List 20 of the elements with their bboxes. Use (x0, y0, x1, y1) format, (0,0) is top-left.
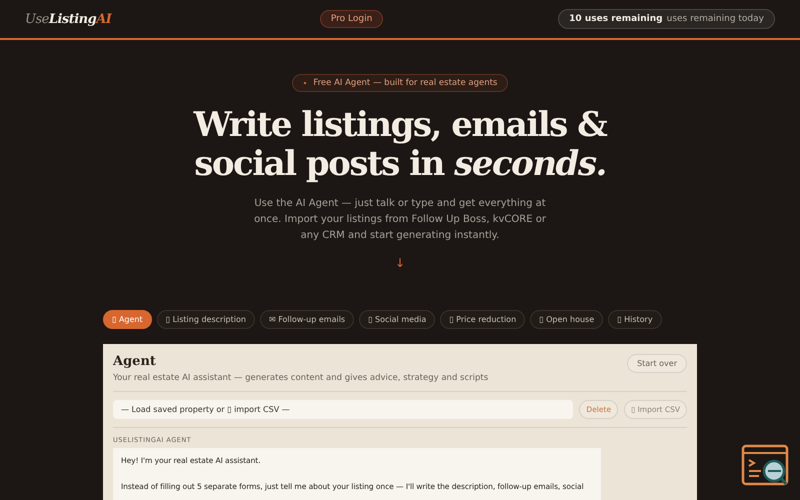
panel-subtitle: Your real estate AI assistant — generates content and gives advice, strategy and scripts (113, 373, 488, 383)
pro-login-button[interactable]: Pro Login (320, 10, 384, 28)
tab[interactable]: ✉ Follow-up emails (260, 310, 354, 329)
panel-title: Agent (113, 354, 157, 369)
headline: Write listings, emails & social posts in seconds. (192, 106, 608, 184)
tab[interactable]: ▯ Social media (359, 310, 436, 329)
badge-text: Free AI Agent — built for real estate agents (313, 78, 498, 88)
tab[interactable]: ▯ History (608, 310, 662, 329)
usage-note: uses remaining today (666, 14, 764, 24)
start-over-button[interactable]: Start over (627, 354, 687, 373)
usage-count: 10 uses remaining (569, 14, 663, 24)
logo[interactable]: UseListingAI (25, 12, 145, 26)
badge-dot: • (302, 78, 308, 88)
tab[interactable]: ▯ Agent (103, 310, 152, 329)
tab[interactable]: ▯ Listing description (156, 310, 255, 329)
property-select[interactable]: — Load saved property or ▯ import CSV — (113, 400, 574, 419)
subtitle: Use the AI Agent — just talk or type and get everything at once. Import your listings from Follow Up Boss, kvCORE or any CRM and start generating instantly. (253, 197, 547, 243)
tab[interactable]: ▯ Open house (530, 310, 604, 329)
tab[interactable]: ▯ Price reduction (440, 310, 526, 329)
scroll-arrow[interactable]: ↓ (394, 256, 406, 270)
